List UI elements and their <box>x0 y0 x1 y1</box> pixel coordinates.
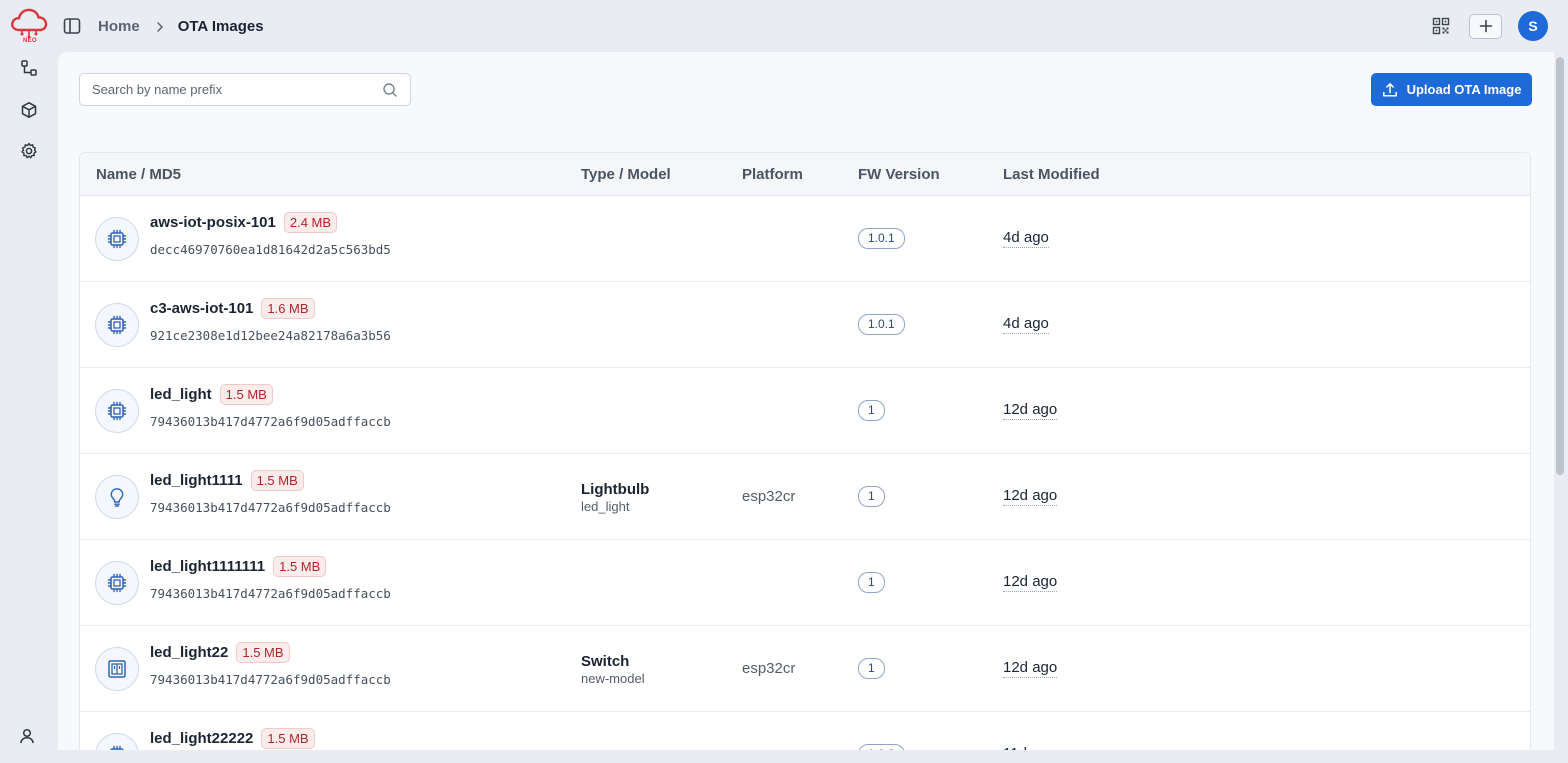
device-type: Lightbulb <box>581 481 650 498</box>
last-modified[interactable]: 12d ago <box>1003 401 1058 420</box>
table-row[interactable]: led_light1111111 1.5 MB 79436013b417d4772a… <box>80 540 1530 626</box>
last-modified[interactable]: 12d ago <box>1003 573 1058 592</box>
add-button[interactable] <box>1469 13 1502 39</box>
fw-version-badge: 1 <box>858 658 885 679</box>
fw-version-badge: 1 <box>858 486 885 507</box>
chip-icon <box>95 217 139 261</box>
package-icon[interactable] <box>19 100 39 120</box>
last-modified[interactable]: 11d ago <box>1003 745 1056 750</box>
qr-code-icon[interactable] <box>1429 14 1453 38</box>
sidebar-toggle-icon[interactable] <box>62 16 82 36</box>
platform-cell: esp32cr <box>742 488 796 505</box>
breadcrumb: Home OTA Images <box>98 15 264 37</box>
last-modified[interactable]: 12d ago <box>1003 487 1058 506</box>
chip-icon <box>95 303 139 347</box>
scrollbar[interactable] <box>1556 57 1564 475</box>
chevron-right-icon <box>154 20 166 32</box>
type-model-cell: Switch new-model <box>581 653 645 686</box>
fw-version-badge: 1.0.1 <box>858 314 905 335</box>
device-model: led_light <box>581 499 630 514</box>
md5-hash: 79436013b417d4772a6f9d05adffaccb <box>150 500 391 515</box>
md5-hash: 79436013b417d4772a6f9d05adffaccb <box>150 672 391 687</box>
column-header-last-modified[interactable]: Last Modified <box>1003 166 1100 183</box>
name-line: led_light1111111 1.5 MB <box>150 556 327 577</box>
table-row[interactable]: led_light 1.5 MB 79436013b417d4772a6f9d05a… <box>80 368 1530 454</box>
device-model: new-model <box>581 671 645 686</box>
image-name[interactable]: aws-iot-posix-101 <box>150 214 276 231</box>
md5-hash: 79436013b417d4772a6f9d05adffaccb <box>150 414 391 429</box>
name-line: c3-aws-iot-101 1.6 MB <box>150 298 315 319</box>
lightbulb-icon <box>95 475 139 519</box>
fw-version-badge: 1 <box>858 572 885 593</box>
device-type: Switch <box>581 653 630 670</box>
logo-text: NEO <box>23 38 37 44</box>
last-modified[interactable]: 4d ago <box>1003 315 1049 334</box>
name-line: aws-iot-posix-101 2.4 MB <box>150 212 338 233</box>
fw-version-badge: 1.0.0 <box>858 744 905 750</box>
fw-version-badge: 1.0.1 <box>858 228 905 249</box>
plus-icon <box>1479 19 1492 33</box>
platform-cell: esp32cr <box>742 660 796 677</box>
size-badge: 1.5 MB <box>273 556 327 577</box>
column-header-platform[interactable]: Platform <box>742 166 803 183</box>
switch-icon <box>95 647 139 691</box>
size-badge: 2.4 MB <box>283 212 338 233</box>
name-line: led_light 1.5 MB <box>150 384 273 405</box>
image-name[interactable]: led_light1111111 <box>150 558 265 575</box>
avatar[interactable]: S <box>1518 11 1548 41</box>
top-actions: S <box>1429 10 1548 42</box>
ota-images-table: Name / MD5 Type / Model Platform FW Vers… <box>79 152 1531 750</box>
table-row[interactable]: led_light22222 1.5 MB 1.0.0 11d ago <box>80 712 1530 750</box>
chip-icon <box>95 733 139 750</box>
table-body: aws-iot-posix-101 2.4 MB decc46970760ea1d8… <box>80 196 1530 750</box>
type-model-cell: Lightbulb led_light <box>581 481 649 514</box>
last-modified[interactable]: 4d ago <box>1003 229 1049 248</box>
chip-icon <box>95 561 139 605</box>
page-title: OTA Images <box>177 17 264 35</box>
last-modified[interactable]: 12d ago <box>1003 659 1058 678</box>
upload-ota-image-button[interactable]: Upload OTA Image <box>1371 73 1532 106</box>
column-header-name[interactable]: Name / MD5 <box>96 166 181 183</box>
image-name[interactable]: led_light22 <box>150 644 228 661</box>
user-icon[interactable] <box>18 727 36 745</box>
table-header: Name / MD5 Type / Model Platform FW Vers… <box>80 153 1530 196</box>
name-line: led_light22 1.5 MB <box>150 642 290 663</box>
fw-version-badge: 1 <box>858 400 885 421</box>
table-row[interactable]: aws-iot-posix-101 2.4 MB decc46970760ea1d8… <box>80 196 1530 282</box>
image-name[interactable]: led_light22222 <box>150 730 253 747</box>
chip-icon <box>95 389 139 433</box>
size-badge: 1.5 MB <box>250 470 304 491</box>
image-name[interactable]: c3-aws-iot-101 <box>150 300 253 317</box>
name-line: led_light22222 1.5 MB <box>150 728 315 749</box>
settings-icon[interactable] <box>19 141 39 161</box>
column-header-fw-version[interactable]: FW Version <box>858 166 940 183</box>
breadcrumb-home[interactable]: Home <box>98 18 140 35</box>
image-name[interactable]: led_light <box>150 386 212 403</box>
md5-hash: decc46970760ea1d81642d2a5c563bd5 <box>150 242 391 257</box>
image-name[interactable]: led_light1111 <box>150 472 243 489</box>
table-row[interactable]: led_light22 1.5 MB 79436013b417d4772a6f9d0… <box>80 626 1530 712</box>
nodes-icon[interactable] <box>19 58 39 78</box>
table-row[interactable]: led_light1111 1.5 MB 79436013b417d4772a6f9… <box>80 454 1530 540</box>
md5-hash: 921ce2308e1d12bee24a82178a6a3b56 <box>150 328 391 343</box>
table-row[interactable]: c3-aws-iot-101 1.6 MB 921ce2308e1d12bee24a… <box>80 282 1530 368</box>
search-box <box>79 73 411 106</box>
cloud-logo-icon <box>11 8 48 39</box>
search-input[interactable] <box>92 82 382 97</box>
name-line: led_light1111 1.5 MB <box>150 470 304 491</box>
size-badge: 1.5 MB <box>261 728 315 749</box>
size-badge: 1.5 MB <box>219 384 273 405</box>
upload-icon <box>1382 82 1398 98</box>
md5-hash: 79436013b417d4772a6f9d05adffaccb <box>150 586 391 601</box>
main-panel: Upload OTA Image Name / MD5 Type / Model… <box>58 52 1554 750</box>
size-badge: 1.5 MB <box>236 642 290 663</box>
size-badge: 1.6 MB <box>261 298 315 319</box>
column-header-type[interactable]: Type / Model <box>581 166 671 183</box>
upload-ota-image-label: Upload OTA Image <box>1406 82 1522 97</box>
search-icon[interactable] <box>382 82 398 98</box>
